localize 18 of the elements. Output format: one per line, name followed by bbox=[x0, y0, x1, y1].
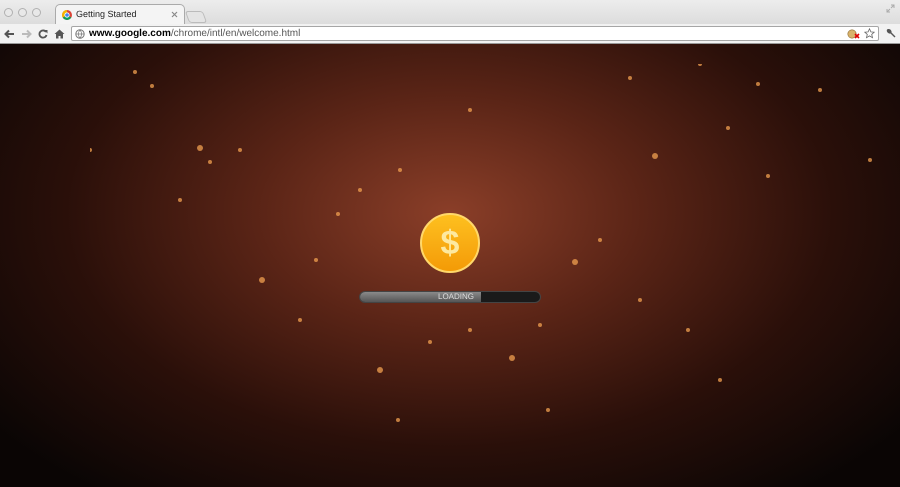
fullscreen-icon[interactable] bbox=[886, 4, 895, 13]
reload-icon[interactable] bbox=[38, 28, 48, 38]
back-icon[interactable] bbox=[4, 28, 15, 38]
globe-icon bbox=[75, 28, 85, 38]
dollar-sign: $ bbox=[440, 226, 460, 260]
new-tab-button[interactable] bbox=[184, 11, 208, 23]
forward-icon[interactable] bbox=[21, 28, 32, 38]
tab-title: Getting Started bbox=[76, 8, 138, 21]
chrome-logo-icon bbox=[62, 10, 72, 20]
loading-label: LOADING bbox=[438, 292, 474, 302]
wrench-icon[interactable] bbox=[885, 28, 896, 39]
home-icon[interactable] bbox=[54, 28, 65, 38]
browser-tab[interactable]: Getting Started bbox=[55, 4, 185, 24]
url-text: www.google.com/chrome/intl/en/welcome.html bbox=[89, 27, 302, 41]
cookie-blocked-icon[interactable] bbox=[847, 28, 860, 38]
star-icon[interactable] bbox=[864, 28, 875, 39]
close-icon[interactable] bbox=[171, 11, 178, 18]
address-bar[interactable]: www.google.com/chrome/intl/en/welcome.html bbox=[71, 26, 879, 41]
